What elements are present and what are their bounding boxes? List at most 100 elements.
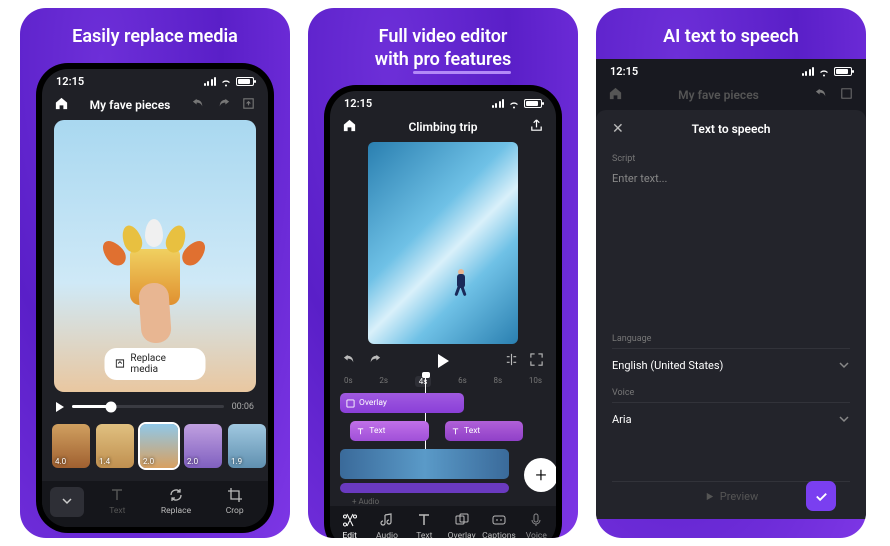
phone-frame: 12:15 My fave pieces ✕ Text to sp [596, 59, 866, 519]
tool-replace[interactable]: Replace [147, 487, 206, 516]
script-textarea[interactable]: Enter text... [612, 168, 850, 328]
fullscreen-icon[interactable] [529, 352, 544, 370]
add-audio-label[interactable]: + Audio [352, 497, 546, 506]
wifi-icon [508, 99, 520, 108]
replace-media-chip[interactable]: Replace media [105, 348, 206, 380]
close-icon[interactable]: ✕ [612, 121, 624, 137]
card-headline: AI text to speech [653, 8, 809, 59]
bottom-toolbar: Edit Audio Text Overlay Captions [330, 506, 556, 538]
home-icon[interactable] [54, 96, 69, 114]
undo-icon[interactable] [191, 96, 206, 114]
export-icon [839, 86, 854, 104]
tts-panel-header: ✕ Text to speech [612, 122, 850, 136]
battery-icon [524, 99, 542, 108]
project-title: Climbing trip [408, 120, 477, 134]
redo-icon[interactable] [367, 352, 382, 370]
voice-dropdown[interactable]: Aria [612, 402, 850, 436]
battery-icon [236, 77, 254, 86]
track-audio[interactable] [340, 483, 509, 493]
phone-screen: 12:15 Climbing trip [330, 91, 556, 538]
project-title: My fave pieces [678, 88, 759, 102]
redo-icon[interactable] [216, 96, 231, 114]
track-text[interactable]: Text [445, 421, 523, 441]
tool-crop[interactable]: Crop [205, 487, 264, 516]
share-icon[interactable] [529, 118, 544, 136]
time-elapsed: 00:06 [232, 402, 254, 412]
split-icon[interactable] [504, 352, 519, 370]
timeline-ruler[interactable]: 0s 2s 4s 6s 8s 10s [330, 374, 556, 389]
tool-text[interactable]: Text [407, 512, 442, 538]
wifi-icon [220, 77, 232, 86]
home-icon[interactable] [342, 118, 357, 136]
add-clip-button[interactable]: + [524, 458, 556, 492]
text-to-speech-panel: ✕ Text to speech Script Enter text... La… [596, 110, 866, 519]
language-label: Language [612, 334, 850, 344]
screenshot-card-1: Easily replace media 12:15 My fave piece… [20, 8, 290, 538]
tool-audio[interactable]: Audio [369, 512, 404, 538]
media-preview: Replace media [54, 120, 256, 392]
clip-thumbnail[interactable]: 2.0 [184, 424, 222, 468]
voice-value: Aria [612, 413, 632, 426]
clip-thumbnails: 4.0 1.4 2.0 2.0 1.9 2.0 [42, 418, 268, 474]
progress-bar[interactable] [72, 405, 224, 408]
project-title: My fave pieces [90, 98, 171, 112]
export-icon[interactable] [241, 96, 256, 114]
preview-button[interactable]: Preview [704, 490, 758, 503]
clip-thumbnail[interactable]: 1.4 [96, 424, 134, 468]
chevron-down-icon [838, 359, 850, 371]
home-icon [608, 86, 623, 104]
track-video-clip[interactable] [340, 449, 509, 479]
timeline-tracks: Overlay Text Text + Audio + [330, 389, 556, 506]
signal-icon [492, 99, 505, 108]
tool-captions[interactable]: Captions [481, 512, 516, 538]
clip-thumbnail[interactable]: 1.9 [228, 424, 266, 468]
app-header: My fave pieces [596, 82, 866, 110]
replace-media-label: Replace media [130, 353, 195, 375]
screenshot-card-2: Full video editor with pro features Full… [308, 8, 578, 538]
status-bar: 12:15 [596, 59, 866, 82]
media-preview [368, 142, 518, 344]
language-dropdown[interactable]: English (United States) [612, 348, 850, 382]
collapse-toolbar-button[interactable] [50, 487, 84, 517]
confirm-button[interactable] [806, 481, 836, 511]
status-bar: 12:15 [42, 69, 268, 92]
screenshot-card-3: AI text to speech 12:15 My fave pieces [596, 8, 866, 538]
play-button[interactable] [438, 354, 449, 368]
undo-icon [814, 86, 829, 104]
wifi-icon [818, 67, 830, 76]
status-bar: 12:15 [330, 91, 556, 114]
bottom-toolbar: Text Replace Crop [42, 481, 268, 527]
status-time: 12:15 [344, 97, 372, 110]
status-time: 12:15 [56, 75, 84, 88]
battery-icon [834, 67, 852, 76]
playback-controls [330, 344, 556, 374]
phone-screen: 12:15 My fave pieces ✕ Text to sp [596, 59, 866, 519]
card-headline: Full video editor with pro features Full… [365, 8, 521, 81]
app-header: Climbing trip [330, 114, 556, 142]
card-headline: Easily replace media [62, 8, 248, 59]
clip-thumbnail[interactable]: 4.0 [52, 424, 90, 468]
tool-overlay[interactable]: Overlay [444, 512, 479, 538]
script-label: Script [612, 154, 850, 164]
language-value: English (United States) [612, 359, 723, 372]
clip-thumbnail[interactable]: 2.0 [140, 424, 178, 468]
playback-row: 00:06 [42, 392, 268, 418]
track-text[interactable]: Text [350, 421, 428, 441]
tool-text[interactable]: Text [88, 487, 147, 516]
phone-frame: 12:15 My fave pieces [36, 63, 274, 533]
track-overlay[interactable]: Overlay [340, 393, 464, 413]
app-header: My fave pieces [42, 92, 268, 120]
tool-voice[interactable]: Voice [519, 512, 554, 538]
status-time: 12:15 [610, 65, 638, 78]
phone-screen: 12:15 My fave pieces [42, 69, 268, 527]
undo-icon[interactable] [342, 352, 357, 370]
play-button[interactable] [56, 402, 64, 412]
signal-icon [204, 77, 217, 86]
phone-frame: 12:15 Climbing trip [324, 85, 562, 538]
tts-footer: Preview [612, 481, 850, 507]
tts-panel-title: Text to speech [692, 122, 771, 136]
progress-thumb[interactable] [106, 401, 117, 412]
signal-icon [802, 67, 815, 76]
chevron-down-icon [838, 413, 850, 425]
tool-edit[interactable]: Edit [332, 512, 367, 538]
